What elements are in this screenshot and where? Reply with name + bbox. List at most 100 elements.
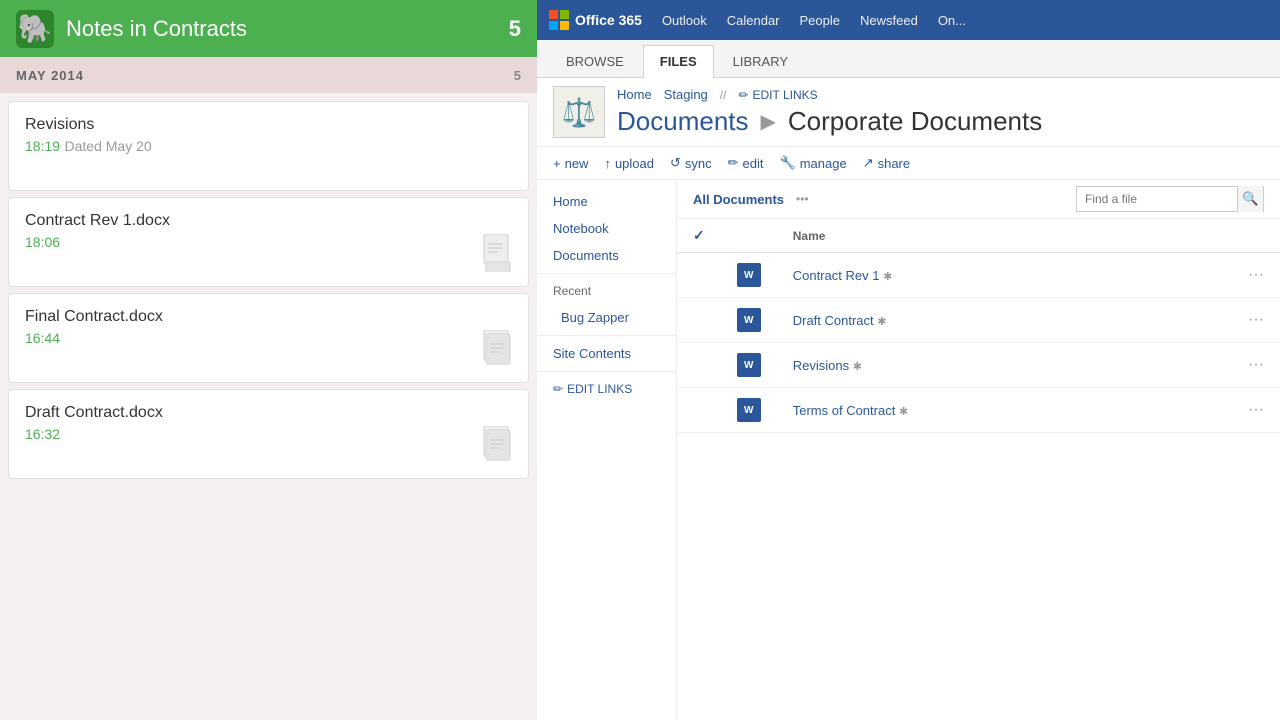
breadcrumb-content: Home Staging // ✏ EDIT LINKS Documents ▶…	[617, 87, 1264, 137]
pencil-edit-icon: ✏	[728, 155, 739, 171]
all-documents-link[interactable]: All Documents	[693, 192, 784, 207]
documents-link[interactable]: Documents	[617, 106, 749, 137]
col-header-check: ✓	[677, 219, 721, 253]
nav-staging[interactable]: Staging	[664, 87, 708, 102]
upload-label: upload	[615, 156, 654, 171]
note-card-final-contract[interactable]: Final Contract.docx 16:44	[8, 293, 529, 383]
nav-separator: //	[720, 88, 727, 102]
breadcrumb-bar: ⚖️ Home Staging // ✏ EDIT LINKS Document…	[537, 78, 1280, 147]
files-table: ✓ Name W	[677, 219, 1280, 433]
new-button[interactable]: + new	[553, 156, 588, 171]
col-header-more	[1232, 219, 1280, 253]
sidebar-documents[interactable]: Documents	[537, 242, 676, 269]
action-bar: + new ↑ upload ↺ sync ✏ edit 🔧 manage ↗ …	[537, 147, 1280, 180]
more-options-icon[interactable]: ···	[1248, 266, 1264, 283]
word-icon: W	[737, 263, 761, 287]
edit-label: edit	[743, 156, 764, 171]
more-options-icon[interactable]: ···	[1248, 401, 1264, 418]
row-check[interactable]	[677, 388, 721, 433]
more-options-icon[interactable]: ···	[1248, 356, 1264, 373]
right-panel: Office 365 Outlook Calendar People Newsf…	[537, 0, 1280, 720]
sidebar-edit-label: EDIT LINKS	[567, 382, 632, 396]
tab-library[interactable]: LIBRARY	[716, 45, 805, 77]
file-name-link[interactable]: Contract Rev 1 ✱	[793, 268, 893, 283]
table-row: W Draft Contract ✱ ···	[677, 298, 1280, 343]
o365-logo: Office 365	[549, 10, 642, 30]
nav-links: Home Staging // ✏ EDIT LINKS	[617, 87, 1264, 102]
col-header-icon	[721, 219, 777, 253]
month-label: MAY 2014	[16, 68, 84, 83]
note-card-revisions[interactable]: Revisions 18:19 Dated May 20	[8, 101, 529, 191]
nav-calendar[interactable]: Calendar	[727, 13, 780, 28]
row-icon: W	[721, 298, 777, 343]
note-card-contract-rev[interactable]: Contract Rev 1.docx 18:06	[8, 197, 529, 287]
file-name-link[interactable]: Revisions ✱	[793, 358, 862, 373]
row-name: Revisions ✱	[777, 343, 1232, 388]
elephant-icon: 🐘	[18, 12, 53, 45]
app-title: Notes in Contracts	[66, 16, 247, 42]
upload-icon: ↑	[604, 156, 611, 171]
share-button[interactable]: ↗ share	[863, 155, 910, 171]
content-area: Home Notebook Documents Recent Bug Zappe…	[537, 180, 1280, 720]
sidebar-bug-zapper[interactable]: Bug Zapper	[537, 304, 676, 331]
row-more: ···	[1232, 388, 1280, 433]
notes-list: Revisions 18:19 Dated May 20 Contract Re…	[0, 93, 537, 720]
note-time: 16:32	[25, 426, 60, 442]
nav-more[interactable]: On...	[938, 13, 966, 28]
edit-button[interactable]: ✏ edit	[728, 155, 764, 171]
note-card-draft-contract[interactable]: Draft Contract.docx 16:32	[8, 389, 529, 479]
note-attachment-icon	[482, 330, 514, 368]
pencil-icon: ✏	[738, 88, 748, 102]
edit-links-button[interactable]: ✏ EDIT LINKS	[738, 88, 817, 102]
manage-button[interactable]: 🔧 manage	[780, 155, 847, 171]
nav-newsfeed[interactable]: Newsfeed	[860, 13, 918, 28]
tab-files[interactable]: FILES	[643, 45, 714, 78]
col-header-name[interactable]: Name	[777, 219, 1232, 253]
sidebar-divider	[537, 273, 676, 274]
left-sidebar: Home Notebook Documents Recent Bug Zappe…	[537, 180, 677, 720]
note-time: 18:19	[25, 138, 60, 154]
note-time: 18:06	[25, 234, 60, 250]
sync-button[interactable]: ↺ sync	[670, 155, 712, 171]
nav-home[interactable]: Home	[617, 87, 652, 102]
sidebar-home[interactable]: Home	[537, 188, 676, 215]
table-row: W Revisions ✱ ···	[677, 343, 1280, 388]
corporate-documents-heading: Corporate Documents	[788, 106, 1042, 137]
row-name: Terms of Contract ✱	[777, 388, 1232, 433]
note-title: Draft Contract.docx	[25, 404, 514, 422]
page-heading: Documents ▶ Corporate Documents	[617, 106, 1264, 137]
scales-icon: ⚖️	[562, 96, 597, 129]
month-bar: MAY 2014 5	[0, 57, 537, 93]
search-input[interactable]	[1077, 192, 1237, 206]
pencil-sidebar-icon: ✏	[553, 382, 563, 396]
nav-outlook[interactable]: Outlook	[662, 13, 707, 28]
note-title: Revisions	[25, 116, 514, 134]
sidebar-divider-3	[537, 371, 676, 372]
sidebar-notebook[interactable]: Notebook	[537, 215, 676, 242]
file-name-link[interactable]: Terms of Contract ✱	[793, 403, 908, 418]
main-content: All Documents ••• 🔍 ✓	[677, 180, 1280, 720]
file-name-link[interactable]: Draft Contract ✱	[793, 313, 887, 328]
upload-button[interactable]: ↑ upload	[604, 156, 654, 171]
edit-links-label: EDIT LINKS	[753, 88, 818, 102]
more-options-button[interactable]: •••	[796, 192, 809, 206]
search-button[interactable]: 🔍	[1237, 186, 1263, 212]
note-count-badge: 5	[509, 16, 521, 42]
row-icon: W	[721, 343, 777, 388]
tab-browse[interactable]: BROWSE	[549, 45, 641, 77]
note-title: Final Contract.docx	[25, 308, 514, 326]
plus-icon: +	[553, 156, 561, 171]
row-check[interactable]	[677, 298, 721, 343]
note-time: 16:44	[25, 330, 60, 346]
row-check[interactable]	[677, 343, 721, 388]
sidebar-site-contents[interactable]: Site Contents	[537, 340, 676, 367]
sidebar-edit-links[interactable]: ✏ EDIT LINKS	[537, 376, 676, 402]
row-check[interactable]	[677, 253, 721, 298]
table-header-row: ✓ Name	[677, 219, 1280, 253]
row-icon: W	[721, 388, 777, 433]
row-more: ···	[1232, 343, 1280, 388]
more-options-icon[interactable]: ···	[1248, 311, 1264, 328]
row-name: Draft Contract ✱	[777, 298, 1232, 343]
nav-people[interactable]: People	[800, 13, 840, 28]
new-label: new	[565, 156, 589, 171]
